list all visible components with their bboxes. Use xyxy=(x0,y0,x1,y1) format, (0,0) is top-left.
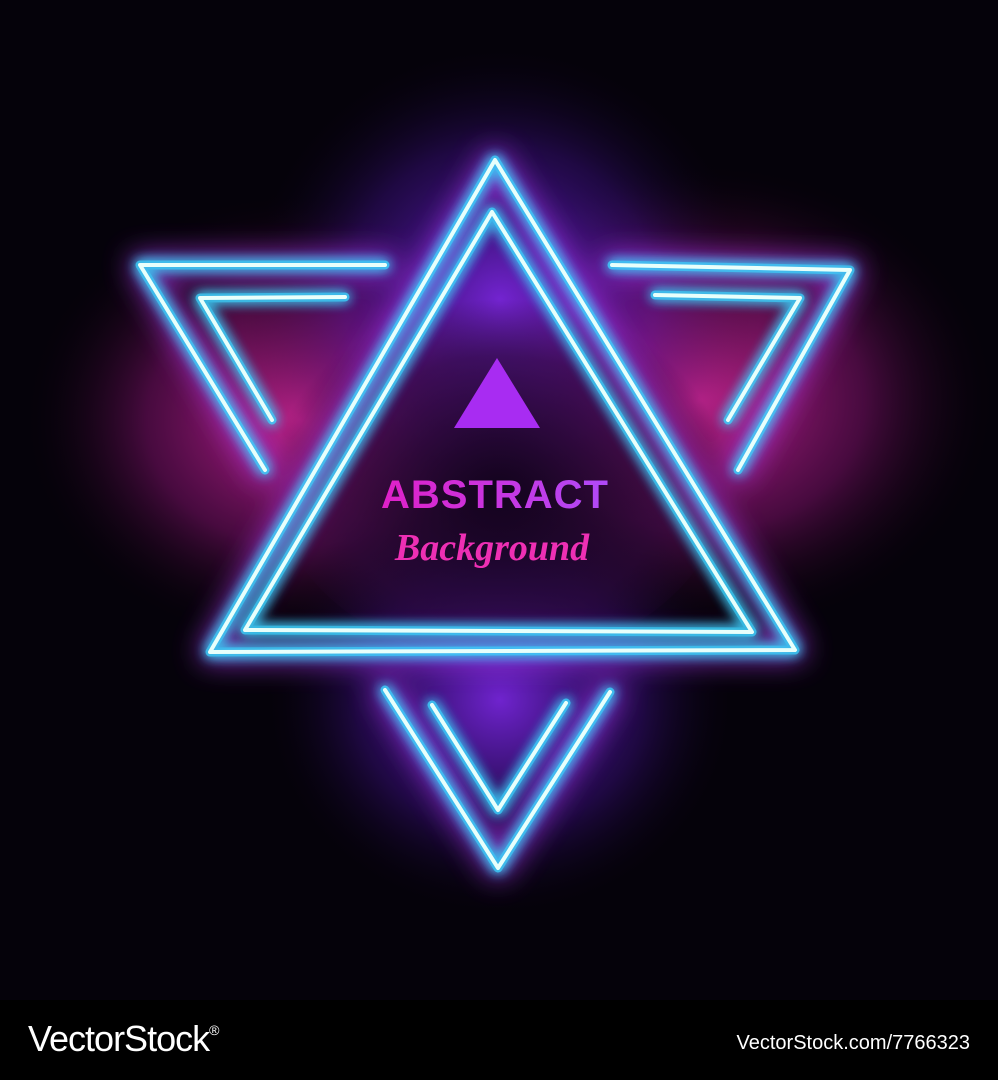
neon-artwork: ABSTRACT Background xyxy=(0,0,998,1000)
brand-logo: VectorStock® xyxy=(28,1018,219,1060)
brand-name: VectorStock xyxy=(28,1018,210,1059)
artwork-subtitle: Background xyxy=(394,527,590,569)
watermark-footer: VectorStock® VectorStock.com/7766323 xyxy=(0,1000,998,1080)
image-id-label: VectorStock.com/7766323 xyxy=(736,1032,970,1054)
neon-star-graphic: ABSTRACT Background xyxy=(20,40,998,920)
artwork-title: ABSTRACT xyxy=(381,473,609,517)
trademark-symbol: ® xyxy=(209,1022,219,1038)
